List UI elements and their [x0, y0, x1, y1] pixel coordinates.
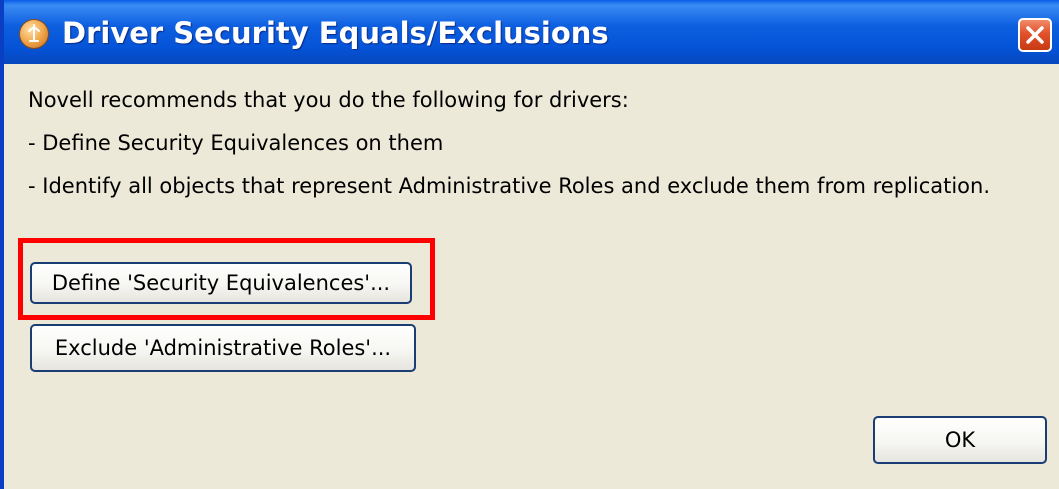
dialog-window: Driver Security Equals/Exclusions Novell…: [0, 0, 1059, 489]
title-bar[interactable]: Driver Security Equals/Exclusions: [4, 0, 1059, 64]
dialog-title: Driver Security Equals/Exclusions: [62, 16, 609, 50]
exclude-administrative-roles-button[interactable]: Exclude 'Administrative Roles'...: [30, 324, 416, 372]
ok-button[interactable]: OK: [873, 416, 1047, 464]
message-line-intro: Novell recommends that you do the follow…: [28, 88, 629, 112]
define-security-equivalences-button[interactable]: Define 'Security Equivalences'...: [30, 262, 412, 304]
message-line-identify: - Identify all objects that represent Ad…: [28, 174, 991, 198]
message-line-define: - Define Security Equivalences on them: [28, 131, 444, 155]
close-button[interactable]: [1018, 18, 1052, 52]
close-icon: [1026, 26, 1044, 44]
novell-app-icon: [20, 20, 48, 48]
